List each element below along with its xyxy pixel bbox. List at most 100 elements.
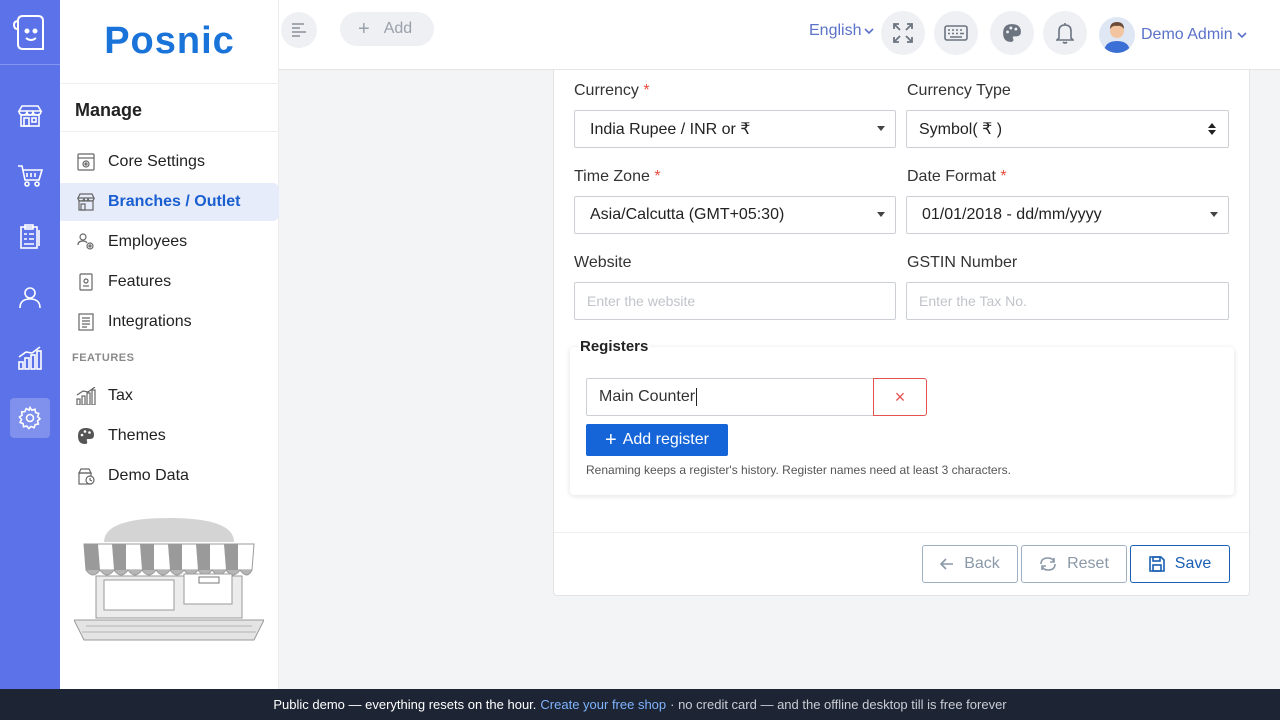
arrow-left-icon xyxy=(940,558,954,570)
menu-title: Manage xyxy=(75,100,143,120)
registers-title: Registers xyxy=(578,338,651,355)
settings-icon[interactable] xyxy=(10,398,50,438)
remove-register-button[interactable]: × xyxy=(873,378,927,416)
store-icon[interactable] xyxy=(10,96,50,136)
time-zone-select[interactable]: Asia/Calcutta (GMT+05:30) xyxy=(574,196,896,234)
branches-icon xyxy=(76,192,96,212)
plus-icon: + xyxy=(358,17,370,40)
footer-divider xyxy=(554,532,1251,533)
settings-menu: Posnic Manage Core Settings Branches / O… xyxy=(60,0,279,689)
palette-icon xyxy=(76,426,96,446)
currency-type-value: Symbol( ₹ ) xyxy=(919,121,1003,138)
language-selector[interactable]: English xyxy=(809,22,875,40)
website-input[interactable]: Enter the website xyxy=(574,282,896,320)
reset-label: Reset xyxy=(1067,555,1109,572)
top-bar: + Add English Demo Admin xyxy=(279,0,1280,70)
website-label: Website xyxy=(574,254,632,271)
date-format-value: 01/01/2018 - dd/mm/yyyy xyxy=(922,206,1102,223)
caret-down-icon xyxy=(877,212,885,217)
menu-item-features[interactable]: Features xyxy=(60,263,279,301)
demo-data-icon xyxy=(76,466,96,486)
chevron-down-icon xyxy=(1237,31,1247,38)
caret-down-icon xyxy=(1210,212,1218,217)
menu-item-tax[interactable]: Tax xyxy=(60,377,279,415)
currency-select[interactable]: India Rupee / INR or ₹ xyxy=(574,110,896,148)
features-icon xyxy=(76,272,96,292)
user-menu[interactable]: Demo Admin xyxy=(1099,15,1247,55)
add-button[interactable]: + Add xyxy=(340,12,434,46)
sort-arrows-icon xyxy=(1208,123,1216,135)
menu-item-label: Tax xyxy=(108,387,133,404)
menu-item-label: Features xyxy=(108,273,172,290)
brand-logo[interactable]: Posnic xyxy=(60,0,279,84)
bell-icon xyxy=(1056,23,1074,44)
fullscreen-icon xyxy=(893,23,913,43)
language-label: English xyxy=(809,22,862,39)
clipboard-icon[interactable] xyxy=(10,217,50,257)
banner-subtext: · no credit card — and the offline deskt… xyxy=(670,697,1007,712)
notifications-button[interactable] xyxy=(1043,11,1087,55)
currency-type-select[interactable]: Symbol( ₹ ) xyxy=(906,110,1229,148)
integrations-icon xyxy=(76,312,96,332)
core-settings-icon xyxy=(76,152,96,172)
time-zone-label: Time Zone * xyxy=(574,168,661,185)
menu-item-label: Core Settings xyxy=(108,153,205,170)
menu-item-employees[interactable]: Employees xyxy=(60,223,279,261)
date-format-label: Date Format * xyxy=(907,168,1007,185)
cart-icon[interactable] xyxy=(10,156,50,196)
features-section-label: FEATURES xyxy=(72,352,135,364)
menu-item-demo-data[interactable]: Demo Data xyxy=(60,457,279,495)
banner-text: Public demo — everything resets on the h… xyxy=(273,697,537,712)
keyboard-button[interactable] xyxy=(934,11,978,55)
chart-icon[interactable] xyxy=(10,338,50,378)
website-placeholder: Enter the website xyxy=(587,293,696,309)
time-zone-value: Asia/Calcutta (GMT+05:30) xyxy=(590,206,785,223)
back-button[interactable]: Back xyxy=(922,545,1018,583)
menu-item-label: Employees xyxy=(108,233,188,250)
menu-toggle-button[interactable] xyxy=(281,12,317,48)
menu-item-label: Integrations xyxy=(108,313,192,330)
close-icon: × xyxy=(894,386,906,407)
add-register-label: Add register xyxy=(622,431,709,448)
plus-icon: + xyxy=(605,428,617,451)
currency-type-label: Currency Type xyxy=(907,82,1011,99)
create-shop-link[interactable]: Create your free shop xyxy=(540,697,666,712)
save-label: Save xyxy=(1174,555,1212,572)
menu-divider xyxy=(60,131,279,132)
refresh-icon xyxy=(1039,556,1057,572)
avatar xyxy=(1099,17,1135,53)
palette-icon xyxy=(1003,24,1021,42)
rail-divider xyxy=(0,64,60,65)
user-name: Demo Admin xyxy=(1141,26,1233,43)
fullscreen-button[interactable] xyxy=(881,11,925,55)
tax-icon xyxy=(76,386,96,406)
keyboard-icon xyxy=(944,25,968,41)
menu-item-branches-outlet[interactable]: Branches / Outlet xyxy=(60,183,279,221)
gstin-placeholder: Enter the Tax No. xyxy=(919,293,1027,309)
reset-button[interactable]: Reset xyxy=(1021,545,1127,583)
theme-button[interactable] xyxy=(990,11,1034,55)
save-icon xyxy=(1148,556,1165,572)
date-format-select[interactable]: 01/01/2018 - dd/mm/yyyy xyxy=(906,196,1229,234)
registers-hint: Renaming keeps a register's history. Reg… xyxy=(586,463,1011,477)
chevron-down-icon xyxy=(864,27,875,34)
gstin-label: GSTIN Number xyxy=(907,254,1018,271)
employees-icon xyxy=(76,232,96,252)
add-button-label: Add xyxy=(383,20,413,37)
gstin-input[interactable]: Enter the Tax No. xyxy=(906,282,1229,320)
currency-value: India Rupee / INR or ₹ xyxy=(590,121,751,138)
register-name-value: Main Counter xyxy=(599,388,696,405)
register-name-input[interactable]: Main Counter xyxy=(586,378,874,416)
demo-banner: Public demo — everything resets on the h… xyxy=(0,689,1280,720)
align-left-icon xyxy=(292,23,306,37)
menu-item-label: Themes xyxy=(108,427,166,444)
app-logo-icon[interactable] xyxy=(10,12,50,52)
add-register-button[interactable]: + Add register xyxy=(586,424,728,456)
menu-item-themes[interactable]: Themes xyxy=(60,417,279,455)
menu-item-core-settings[interactable]: Core Settings xyxy=(60,143,279,181)
menu-item-integrations[interactable]: Integrations xyxy=(60,303,279,341)
user-icon[interactable] xyxy=(10,277,50,317)
branch-settings-card: Currency * Currency Type India Rupee / I… xyxy=(553,70,1251,596)
shop-illustration xyxy=(73,514,265,644)
save-button[interactable]: Save xyxy=(1130,545,1230,583)
